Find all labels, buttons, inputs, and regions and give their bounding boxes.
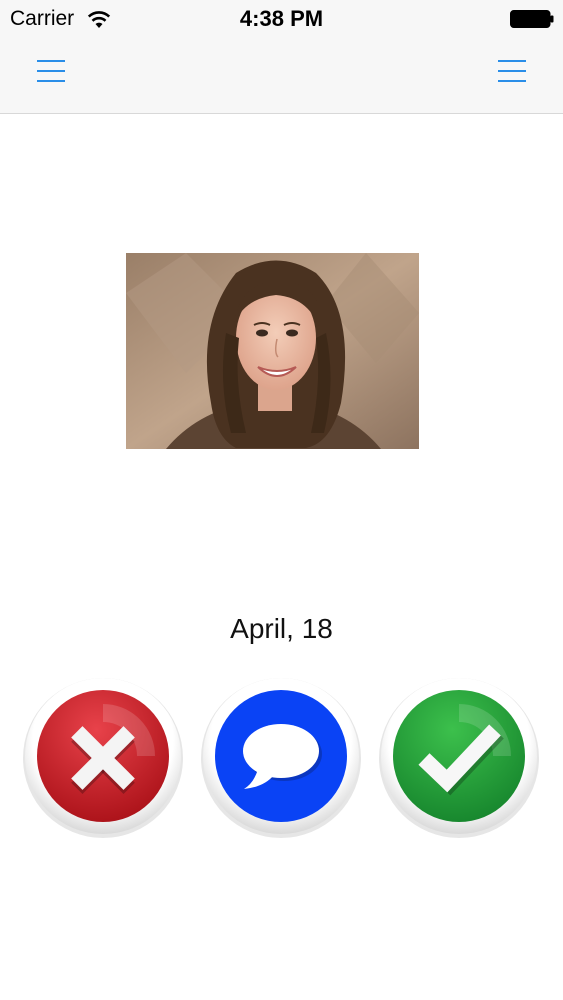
app-screen: Carrier 4:38 PM April, 18 xyxy=(0,0,563,1000)
menu-icon xyxy=(37,60,65,82)
speech-bubble-icon xyxy=(201,678,361,838)
reject-button[interactable] xyxy=(20,673,186,839)
left-menu-button[interactable] xyxy=(34,56,68,90)
profile-date: April, 18 xyxy=(230,613,333,644)
menu-icon xyxy=(498,60,526,82)
accept-button[interactable] xyxy=(376,673,542,839)
x-icon xyxy=(23,678,183,838)
battery-icon xyxy=(510,10,554,28)
navigation-bar xyxy=(0,38,563,114)
right-menu-button[interactable] xyxy=(495,56,529,90)
profile-photo xyxy=(126,253,419,449)
status-bar: Carrier 4:38 PM xyxy=(0,0,563,38)
checkmark-icon xyxy=(379,678,539,838)
message-button[interactable] xyxy=(198,673,364,839)
status-time: 4:38 PM xyxy=(239,6,324,31)
